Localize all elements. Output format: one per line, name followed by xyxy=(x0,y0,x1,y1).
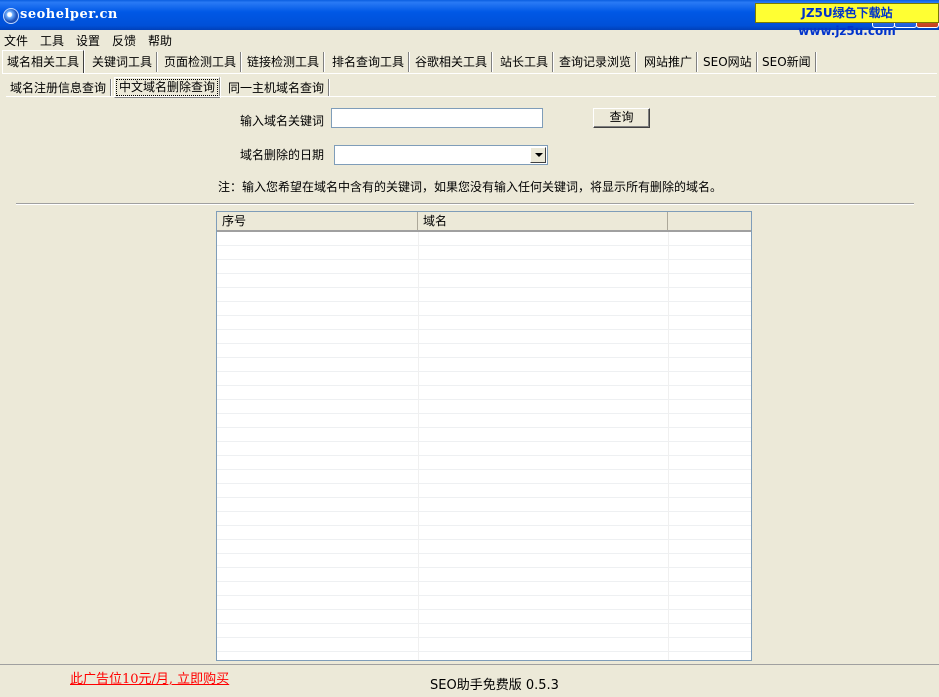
tab-site-promotion[interactable]: 网站推广 xyxy=(640,52,698,72)
watermark-banner: JZ5U绿色下载站www.jz5u.com xyxy=(755,3,939,38)
subtab-whois[interactable]: 域名注册信息查询 xyxy=(6,79,112,97)
tab-seo-news[interactable]: SEO新闻 xyxy=(758,52,816,72)
tab-webmaster-tools[interactable]: 站长工具 xyxy=(496,52,554,72)
column-header-index[interactable]: 序号 xyxy=(217,212,418,230)
menu-bar: 文件 工具 设置 反馈 帮助 xyxy=(0,30,939,50)
tab-seo-sites[interactable]: SEO网站 xyxy=(699,52,757,72)
column-header-extra[interactable] xyxy=(668,212,751,230)
column-gridline xyxy=(418,232,419,660)
tab-page-check[interactable]: 页面检测工具 xyxy=(160,52,242,72)
keyword-label: 输入域名关键词 xyxy=(240,114,325,128)
list-body[interactable] xyxy=(217,232,751,660)
tab-query-history[interactable]: 查询记录浏览 xyxy=(555,52,637,72)
subtab-cn-domain-deleted[interactable]: 中文域名删除查询 xyxy=(114,77,221,98)
column-gridline xyxy=(668,232,669,660)
hint-note: 注：输入您希望在域名中含有的关键词，如果您没有输入任何关键词，将显示所有删除的域… xyxy=(218,180,723,194)
tab-link-check[interactable]: 链接检测工具 xyxy=(243,52,325,72)
results-list[interactable]: 序号 域名 xyxy=(216,211,752,661)
version-label: SEO助手免费版 0.5.3 xyxy=(430,678,559,693)
ad-link[interactable]: 此广告位10元/月, 立即购买 xyxy=(70,668,229,687)
tab-domain-tools[interactable]: 域名相关工具 xyxy=(2,50,85,73)
list-header: 序号 域名 xyxy=(217,212,751,232)
menu-settings[interactable]: 设置 xyxy=(76,32,100,49)
title-bar: seohelper.cn JZ5U绿色下载站www.jz5u.com xyxy=(0,0,939,38)
tab-divider xyxy=(2,73,937,74)
keyword-input[interactable] xyxy=(331,108,543,128)
tab-google-tools[interactable]: 谷歌相关工具 xyxy=(411,52,493,72)
main-tab-strip: 域名相关工具 关键词工具 页面检测工具 链接检测工具 排名查询工具 谷歌相关工具… xyxy=(2,50,937,74)
subtab-divider xyxy=(6,96,936,97)
menu-tools[interactable]: 工具 xyxy=(40,32,64,49)
menu-file[interactable]: 文件 xyxy=(4,32,28,49)
menu-feedback[interactable]: 反馈 xyxy=(112,32,136,49)
app-icon xyxy=(3,8,19,24)
menu-help[interactable]: 帮助 xyxy=(148,32,172,49)
column-header-domain[interactable]: 域名 xyxy=(418,212,668,230)
sub-tab-strip: 域名注册信息查询 中文域名删除查询 同一主机域名查询 xyxy=(6,77,936,98)
tab-rank-query[interactable]: 排名查询工具 xyxy=(328,52,410,72)
dropdown-arrow-icon[interactable] xyxy=(530,147,546,163)
window-title: seohelper.cn xyxy=(20,7,118,22)
query-button[interactable]: 查询 xyxy=(593,108,650,128)
tab-keyword-tools[interactable]: 关键词工具 xyxy=(88,52,158,72)
subtab-same-host[interactable]: 同一主机域名查询 xyxy=(224,79,330,97)
date-label: 域名删除的日期 xyxy=(240,148,325,162)
separator xyxy=(16,203,914,205)
date-select[interactable] xyxy=(334,145,548,165)
